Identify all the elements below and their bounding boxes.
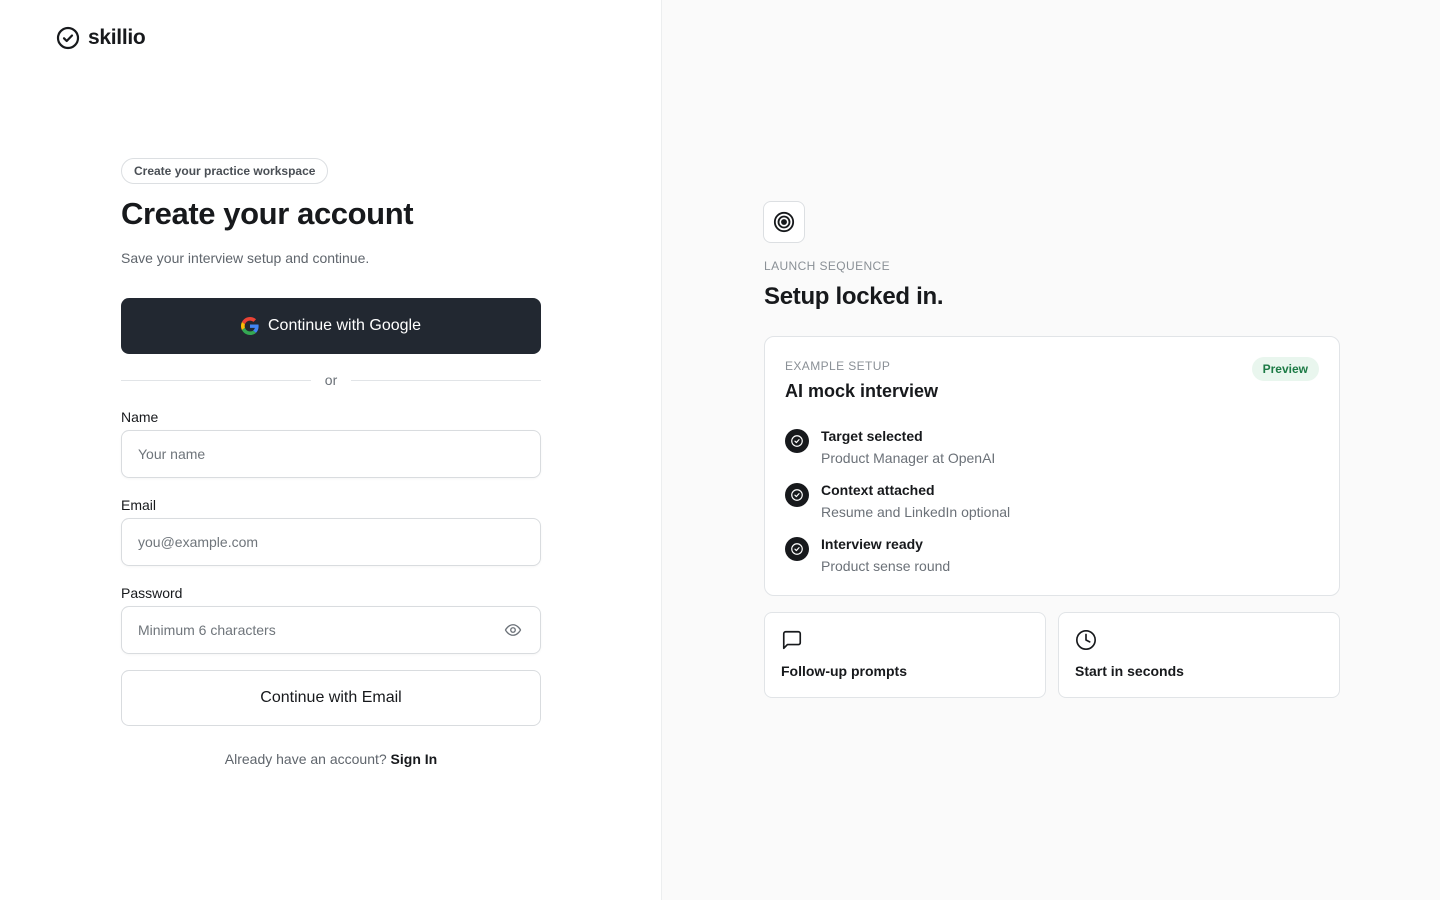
feature-tile-followup: Follow-up prompts bbox=[764, 612, 1046, 698]
brand-name: skillio bbox=[88, 26, 146, 49]
name-input[interactable] bbox=[121, 430, 541, 478]
preview-badge: Preview bbox=[1251, 357, 1319, 381]
clock-icon bbox=[1076, 630, 1096, 650]
target-icon-box bbox=[763, 201, 805, 243]
eye-icon[interactable] bbox=[504, 621, 522, 639]
name-label: Name bbox=[121, 409, 159, 425]
step-title: Interview ready bbox=[821, 536, 923, 552]
signup-panel: skillio Create your practice workspace C… bbox=[0, 0, 662, 900]
launch-eyebrow: LAUNCH SEQUENCE bbox=[764, 259, 891, 273]
email-input[interactable] bbox=[121, 518, 541, 566]
step-desc: Product sense round bbox=[821, 558, 951, 574]
step-item: Context attached Resume and LinkedIn opt… bbox=[785, 481, 1010, 521]
brand-logo[interactable]: skillio bbox=[56, 26, 146, 50]
check-circle-icon bbox=[56, 26, 80, 50]
tile-label: Follow-up prompts bbox=[781, 663, 907, 679]
signin-link[interactable]: Sign In bbox=[391, 751, 438, 767]
preview-title: Setup locked in. bbox=[764, 283, 944, 310]
signin-prompt: Already have an account? bbox=[224, 751, 387, 767]
target-icon bbox=[773, 211, 795, 233]
step-item: Target selected Product Manager at OpenA… bbox=[785, 427, 995, 467]
divider-line-right bbox=[351, 379, 542, 381]
or-divider: or bbox=[121, 370, 542, 390]
email-label: Email bbox=[121, 497, 157, 513]
signin-row: Already have an account? Sign In bbox=[121, 751, 541, 767]
step-desc: Product Manager at OpenAI bbox=[821, 450, 996, 466]
message-square-icon bbox=[782, 630, 802, 650]
step-title: Target selected bbox=[821, 428, 923, 444]
example-setup-card: EXAMPLE SETUP AI mock interview Preview … bbox=[764, 336, 1340, 596]
divider-text: or bbox=[324, 372, 338, 388]
page-subtitle: Save your interview setup and continue. bbox=[121, 250, 370, 266]
google-icon bbox=[241, 317, 259, 335]
check-circle-icon bbox=[785, 537, 809, 561]
check-circle-icon bbox=[785, 483, 809, 507]
page-title: Create your account bbox=[121, 196, 414, 231]
divider-line-left bbox=[121, 379, 311, 381]
card-eyebrow: EXAMPLE SETUP bbox=[785, 359, 891, 373]
password-input[interactable] bbox=[121, 606, 541, 654]
email-signin-button[interactable]: Continue with Email bbox=[121, 670, 541, 726]
google-button-label: Continue with Google bbox=[268, 317, 421, 334]
step-desc: Resume and LinkedIn optional bbox=[821, 504, 1011, 520]
password-label: Password bbox=[121, 585, 183, 601]
workspace-pill: Create your practice workspace bbox=[121, 158, 329, 184]
step-item: Interview ready Product sense round bbox=[785, 535, 950, 575]
check-circle-icon bbox=[785, 429, 809, 453]
tile-label: Start in seconds bbox=[1075, 663, 1184, 679]
feature-tile-start: Start in seconds bbox=[1058, 612, 1340, 698]
google-signin-button[interactable]: Continue with Google bbox=[121, 298, 541, 354]
step-title: Context attached bbox=[821, 482, 935, 498]
card-title: AI mock interview bbox=[785, 381, 939, 401]
